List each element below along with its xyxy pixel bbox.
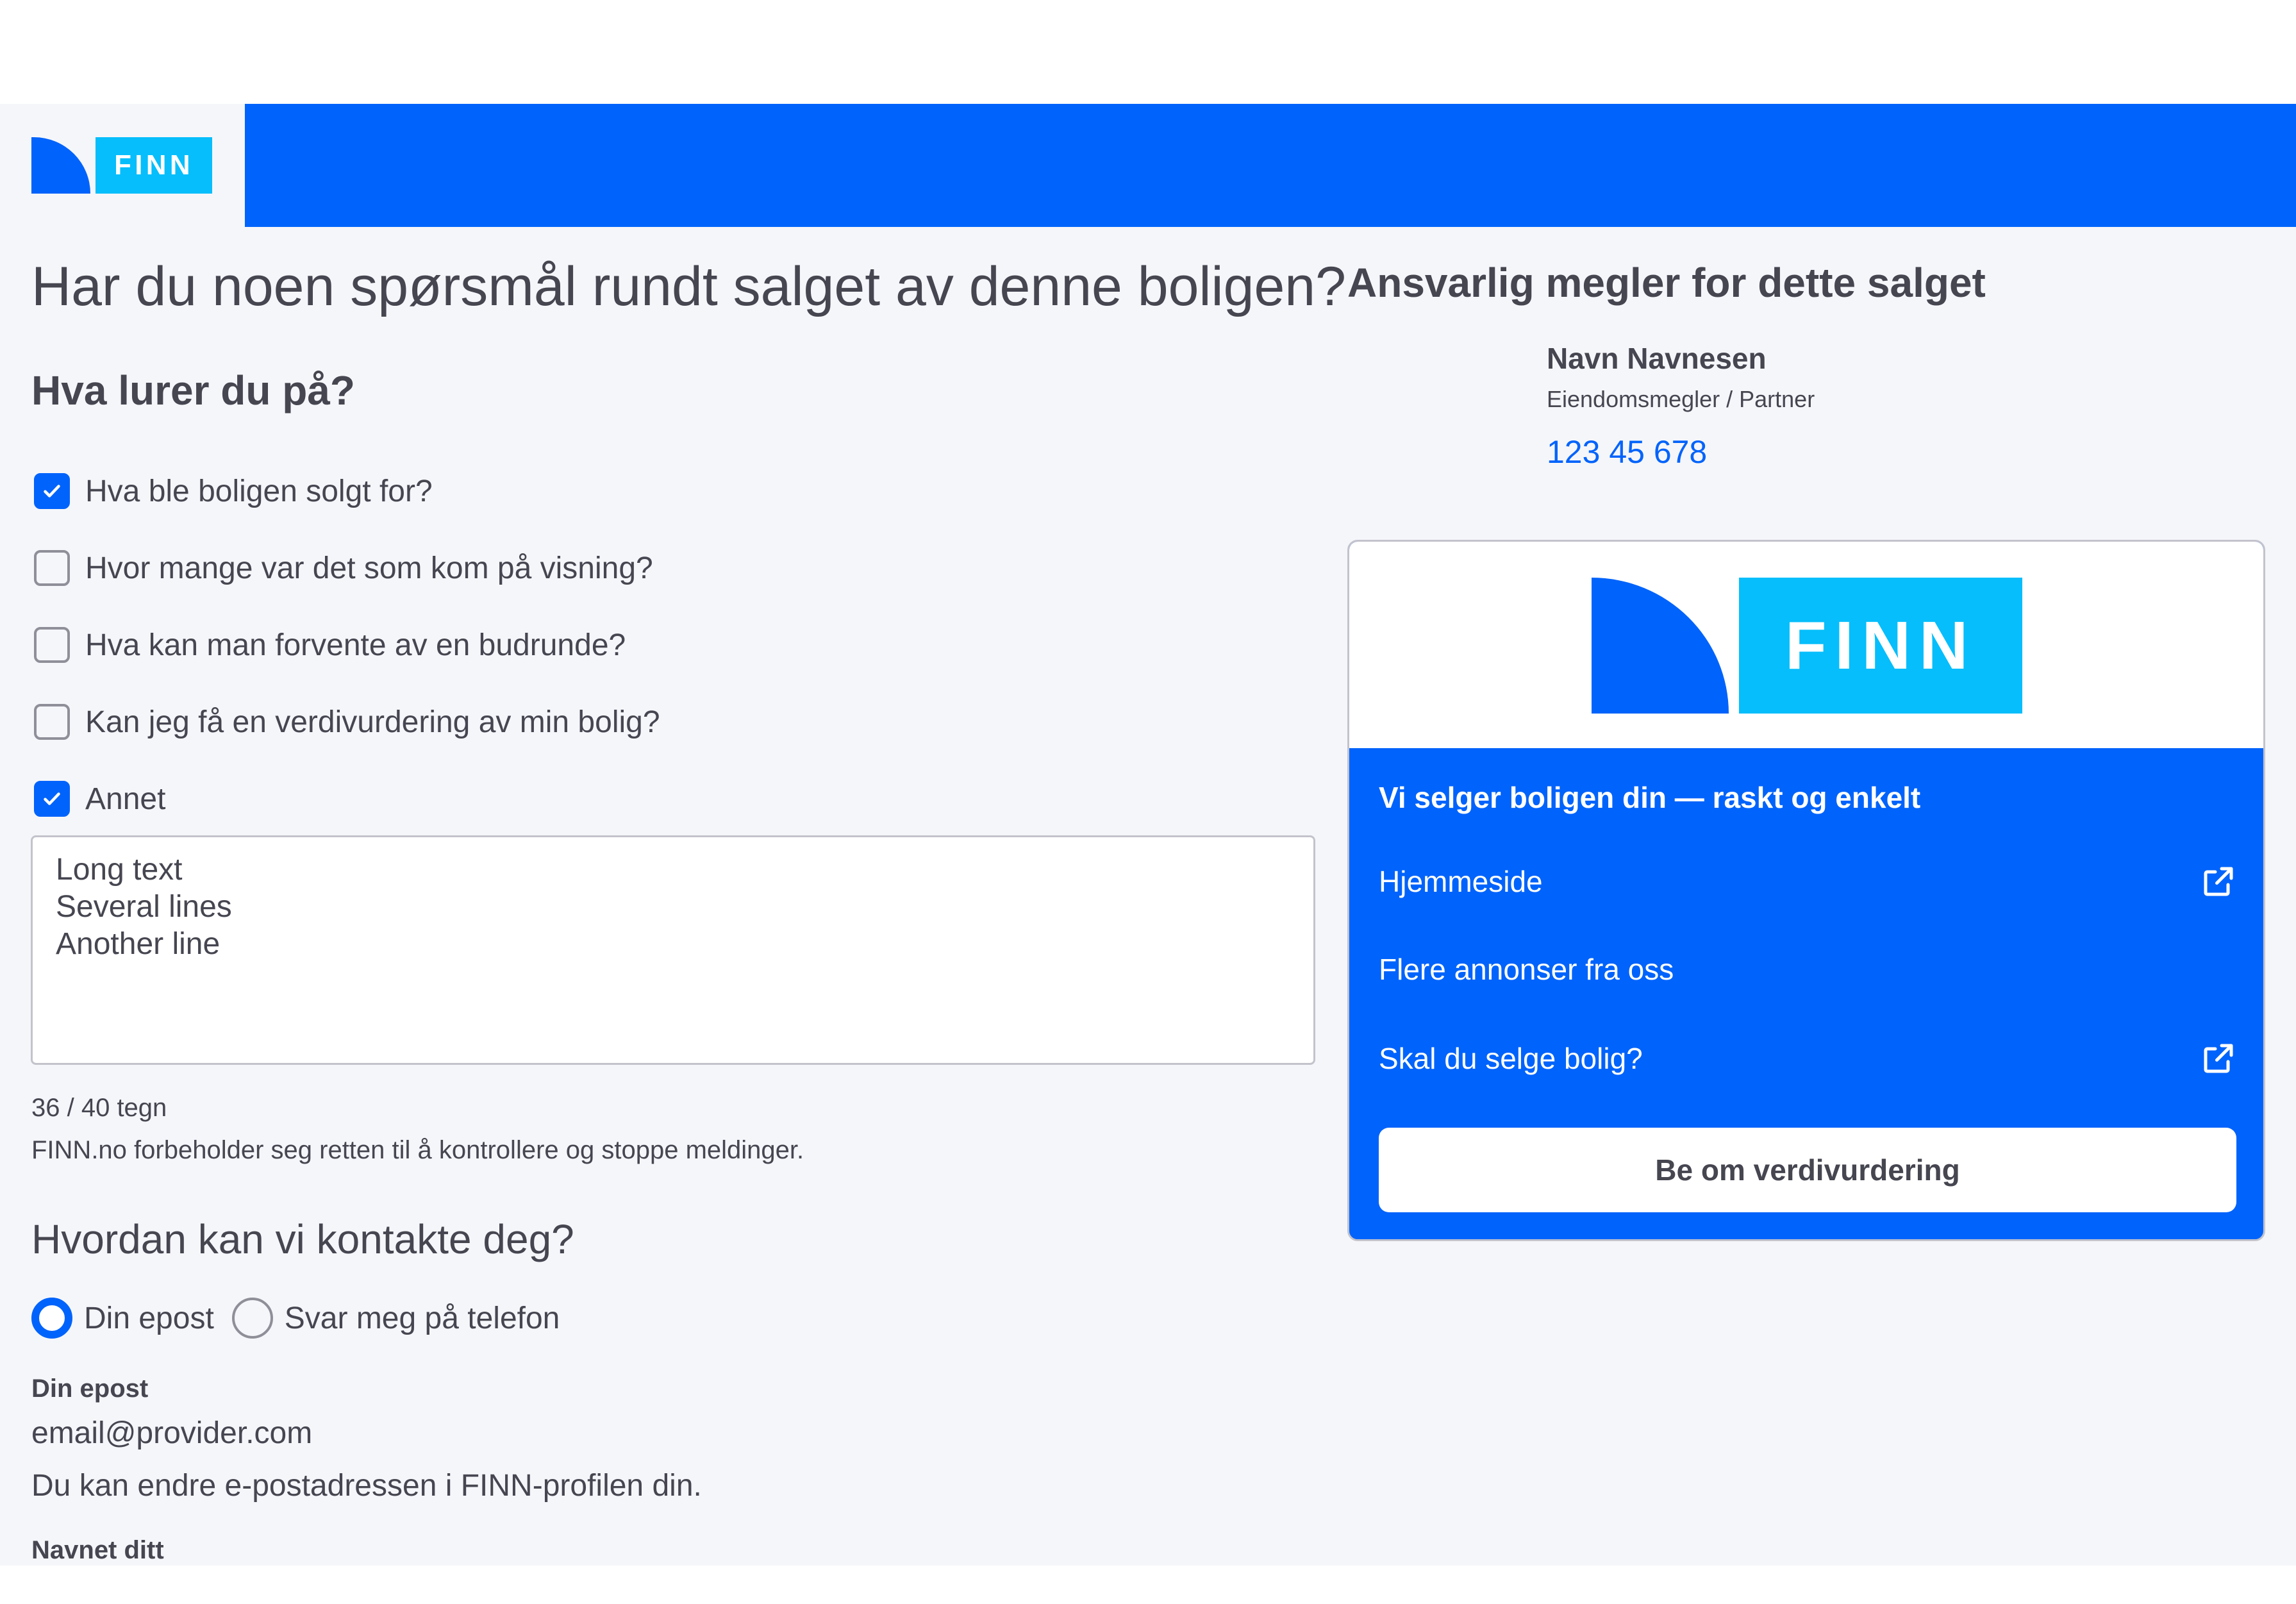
broker-link-label: Skal du selge bolig? xyxy=(1379,1042,1643,1075)
top-header: FINN xyxy=(0,104,2296,227)
finn-logo-word: FINN xyxy=(96,137,212,194)
radio-label: Svar meg på telefon xyxy=(284,1301,560,1335)
checkbox-checked-icon[interactable] xyxy=(34,473,70,509)
agent-role: Eiendomsmegler / Partner xyxy=(1547,386,1815,412)
checkbox-label: Annet xyxy=(85,781,166,816)
broker-card: FINN Vi selger boligen din — raskt og en… xyxy=(1347,540,2265,1241)
question-heading: Hva lurer du på? xyxy=(31,367,355,414)
external-link-icon xyxy=(2204,867,2233,896)
agent-heading: Ansvarlig megler for dette salget xyxy=(1347,260,1986,306)
broker-link-more-ads[interactable]: Flere annonser fra oss xyxy=(1379,952,2238,987)
checkbox-label: Hva kan man forvente av en budrunde? xyxy=(85,628,626,662)
checkbox-option[interactable]: Hva ble boligen solgt for? xyxy=(34,453,660,530)
header-brand-bar xyxy=(245,104,2296,227)
broker-card-logo-area: FINN xyxy=(1349,542,2263,748)
contact-heading: Hvordan kan vi kontakte deg? xyxy=(31,1216,574,1262)
character-counter: 36 / 40 tegn xyxy=(31,1094,167,1122)
page-title: Har du noen spørsmål rundt salget av den… xyxy=(31,256,1346,317)
checkbox-option[interactable]: Hvor mange var det som kom på visning? xyxy=(34,530,660,606)
broker-link-label: Hjemmeside xyxy=(1379,865,1543,898)
contact-method-radio-group: Din epost Svar meg på telefon xyxy=(31,1298,578,1339)
email-value: email@provider.com xyxy=(31,1416,313,1450)
moderation-disclaimer: FINN.no forbeholder seg retten til å kon… xyxy=(31,1136,804,1164)
checkbox-option[interactable]: Hva kan man forvente av en budrunde? xyxy=(34,606,660,683)
radio-unselected-icon[interactable] xyxy=(231,1298,273,1339)
checkbox-option[interactable]: Annet xyxy=(34,760,660,837)
radio-option-phone[interactable]: Svar meg på telefon xyxy=(231,1298,560,1339)
checkbox-label: Hvor mange var det som kom på visning? xyxy=(85,551,653,585)
checkbox-option[interactable]: Kan jeg få en verdivurdering av min boli… xyxy=(34,683,660,760)
radio-option-email[interactable]: Din epost xyxy=(31,1298,214,1339)
request-valuation-button[interactable]: Be om verdivurdering xyxy=(1379,1128,2236,1212)
broker-card-headline: Vi selger boligen din — raskt og enkelt xyxy=(1379,781,1921,814)
checkbox-unchecked-icon[interactable] xyxy=(34,550,70,586)
broker-link-label: Flere annonser fra oss xyxy=(1379,953,1674,986)
name-label: Navnet ditt xyxy=(31,1536,164,1564)
email-label: Din epost xyxy=(31,1374,149,1403)
external-link-icon xyxy=(2204,1044,2233,1073)
question-checklist: Hva ble boligen solgt for? Hvor mange va… xyxy=(34,453,660,837)
checkbox-checked-icon[interactable] xyxy=(34,781,70,817)
bottom-edge xyxy=(0,1566,2296,1604)
radio-selected-icon[interactable] xyxy=(31,1298,72,1339)
broker-link-sell-home[interactable]: Skal du selge bolig? xyxy=(1379,1039,2238,1078)
header-logo-area: FINN xyxy=(0,104,245,227)
message-textarea[interactable]: Long text Several lines Another line xyxy=(31,835,1315,1065)
email-help-text: Du kan endre e-postadressen i FINN-profi… xyxy=(31,1469,702,1503)
finn-logo-shape-icon xyxy=(31,137,90,194)
checkbox-label: Kan jeg få en verdivurdering av min boli… xyxy=(85,705,660,739)
checkbox-unchecked-icon[interactable] xyxy=(34,704,70,740)
checkbox-unchecked-icon[interactable] xyxy=(34,627,70,663)
checkbox-label: Hva ble boligen solgt for? xyxy=(85,474,433,508)
finn-logo-shape-icon xyxy=(1592,578,1729,714)
agent-name: Navn Navnesen xyxy=(1547,342,1767,375)
finn-logo-large: FINN xyxy=(1592,578,2022,714)
finn-logo[interactable]: FINN xyxy=(31,137,212,194)
radio-label: Din epost xyxy=(84,1301,214,1335)
agent-phone-link[interactable]: 123 45 678 xyxy=(1547,433,1707,471)
broker-link-homepage[interactable]: Hjemmeside xyxy=(1379,862,2238,901)
finn-logo-word: FINN xyxy=(1739,578,2022,714)
